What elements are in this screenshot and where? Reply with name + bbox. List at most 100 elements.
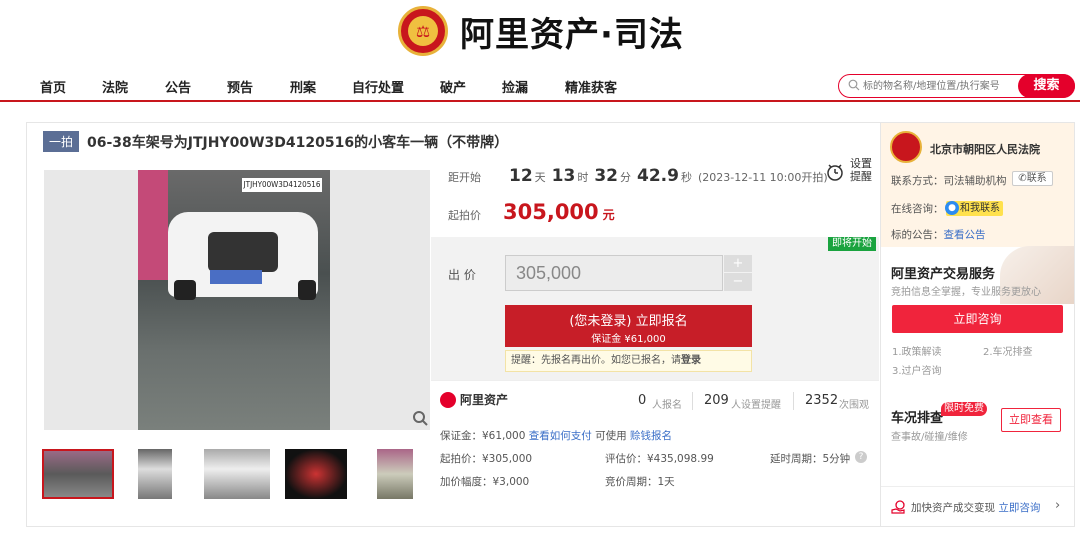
countdown-minutes: 32 [594,166,619,186]
detail-start-price: 起拍价：¥305,000 [440,453,533,465]
service-title: 阿里资产交易服务 [891,267,996,282]
speedup-text: 加快资产成交变现 立即咨询 [911,500,1040,515]
item-title-row: 一拍 06-38车架号为JTJHY00W3D4120516的小客车一辆（不带牌） [43,131,508,152]
ali-asset-label: 阿里资产 [460,393,509,407]
divider [692,392,693,410]
deposit-row: 保证金：¥61,000 查看如何支付 可使用 赊钱报名 [440,428,672,443]
start-price: 起拍价 305,000 元 [448,200,615,224]
countdown-seconds: 42.9 [637,166,679,186]
auction-round-badge: 一拍 [43,131,80,152]
deposit-amount: 保证金：¥61,000 [440,430,526,442]
countdown-minutes-unit: 分 [620,171,632,184]
countdown-label: 距开始 [448,171,481,184]
service-item[interactable]: 1.政策解读 [892,343,942,358]
phone-icon: ✆ [1018,173,1027,184]
contact-button[interactable]: ✆联系 [1012,171,1053,186]
reminder-line2: 提醒 [850,170,872,183]
set-reminder-button[interactable]: 设置 提醒 [850,157,872,183]
view-notice-link[interactable]: 查看公告 [944,229,986,241]
search-button[interactable]: 搜索 [1018,73,1075,98]
service-item[interactable]: 2.车况排查 [983,343,1033,358]
how-to-pay-link[interactable]: 查看如何支付 [529,430,592,442]
zoom-icon[interactable] [412,410,428,426]
ali-asset-logo: 阿里资产 [440,391,508,408]
chevron-right-icon[interactable]: › [1055,498,1060,513]
increase-bid-button[interactable]: + [724,255,752,272]
countdown-seconds-unit: 秒 [680,171,692,184]
thumbnail[interactable] [138,449,172,499]
bid-label: 出 价 [448,268,476,282]
nav-self-disposal[interactable]: 自行处置 [352,77,404,96]
countdown: 距开始 12 天 13 时 32 分 42.9 秒 (2023-12-11 10… [448,166,828,186]
free-badge: 限时免费 [941,402,987,416]
start-price-label: 起拍价 [448,209,481,222]
view-now-button[interactable]: 立即查看 [1001,408,1061,432]
help-icon[interactable]: ? [855,451,867,463]
bid-amount-input[interactable]: 305,000 [505,255,723,291]
nav-criminal[interactable]: 刑案 [290,77,316,96]
photo-car-grill [208,232,278,272]
online-consult-label: 在线咨询： [891,203,944,215]
signup-button-label: (您未登录) 立即报名 [569,314,688,329]
alarm-clock-icon[interactable] [825,162,845,182]
nav-preview[interactable]: 预告 [227,77,253,96]
photo-car-plate [210,270,262,284]
nav-court[interactable]: 法院 [102,77,128,96]
site-logo[interactable]: ⚖ 阿里资产·司法 [398,6,684,56]
thumbnail[interactable] [285,449,347,499]
nav-bargain[interactable]: 捡漏 [502,77,528,96]
view-count-label: 次围观 [839,400,869,411]
consult-now-button[interactable]: 立即咨询 [892,305,1063,333]
thumbnail[interactable] [204,449,270,499]
signup-deposit: 保证金 ¥61,000 [591,334,666,345]
view-count: 2352 [805,393,839,408]
reminder-count-label: 人设置提醒 [731,400,781,411]
detail-delay: 延时周期：5分钟 [770,453,851,465]
notice-label: 标的公告： [891,229,944,241]
photo-car-wheel [174,280,196,300]
signup-button[interactable]: (您未登录) 立即报名 保证金 ¥61,000 [505,305,752,347]
thumbnail[interactable] [42,449,114,499]
speedup-label: 加快资产成交变现 [911,502,995,514]
search-icon [848,79,860,91]
detail-cycle: 竞价周期：1天 [605,476,675,488]
nav-notice[interactable]: 公告 [165,77,191,96]
court-name[interactable]: 北京市朝阳区人民法院 [930,141,1040,157]
usable-label: 可使用 [595,430,627,442]
divider [793,392,794,410]
speedup-consult-link[interactable]: 立即咨询 [998,502,1040,514]
service-subtitle: 竞拍信息全掌握，专业服务更放心 [891,287,1041,298]
detail-increment: 加价幅度：¥3,000 [440,476,530,488]
search-input[interactable] [863,78,1019,94]
nav-home[interactable]: 首页 [40,77,66,96]
decrease-bid-button[interactable]: − [724,273,752,291]
item-title: 06-38车架号为JTJHY00W3D4120516的小客车一辆（不带牌） [87,134,509,151]
main-photo[interactable]: JTJHY00W3D4120516 [44,170,430,430]
contact-label: 联系方式：司法辅助机构 [891,175,1007,187]
signup-count-label: 人报名 [652,400,682,411]
vehicle-check-title: 车况排查 [891,411,944,426]
nav-precision[interactable]: 精准获客 [565,77,617,96]
start-price-value: 305,000 [503,200,599,224]
start-price-unit: 元 [602,208,615,222]
vehicle-check-subtitle: 查事故/碰撞/维修 [891,432,968,443]
credit-signup-link[interactable]: 赊钱报名 [630,430,672,442]
countdown-hours-unit: 时 [577,171,589,184]
thumbnail[interactable] [377,449,413,499]
nav-bankruptcy[interactable]: 破产 [440,77,466,96]
reminder-count: 209 [704,393,729,408]
court-emblem-icon [890,131,922,163]
search-box: 搜索 [838,73,1075,98]
chat-icon: ● [945,201,959,215]
signup-tip: 提醒：先报名再出价。如您已报名，请登录 [505,350,752,372]
countdown-hours: 13 [551,166,576,186]
contact-button-label: 联系 [1026,173,1047,184]
countdown-days-unit: 天 [534,171,546,184]
photo-car-wheel [298,280,316,300]
service-item[interactable]: 3.过户咨询 [892,362,942,377]
photo-vin-label: JTJHY00W3D4120516 [242,178,322,192]
ali-asset-icon [440,391,456,408]
countdown-days: 12 [509,166,533,186]
hand-money-icon [891,500,905,514]
login-link[interactable]: 登录 [681,355,701,366]
